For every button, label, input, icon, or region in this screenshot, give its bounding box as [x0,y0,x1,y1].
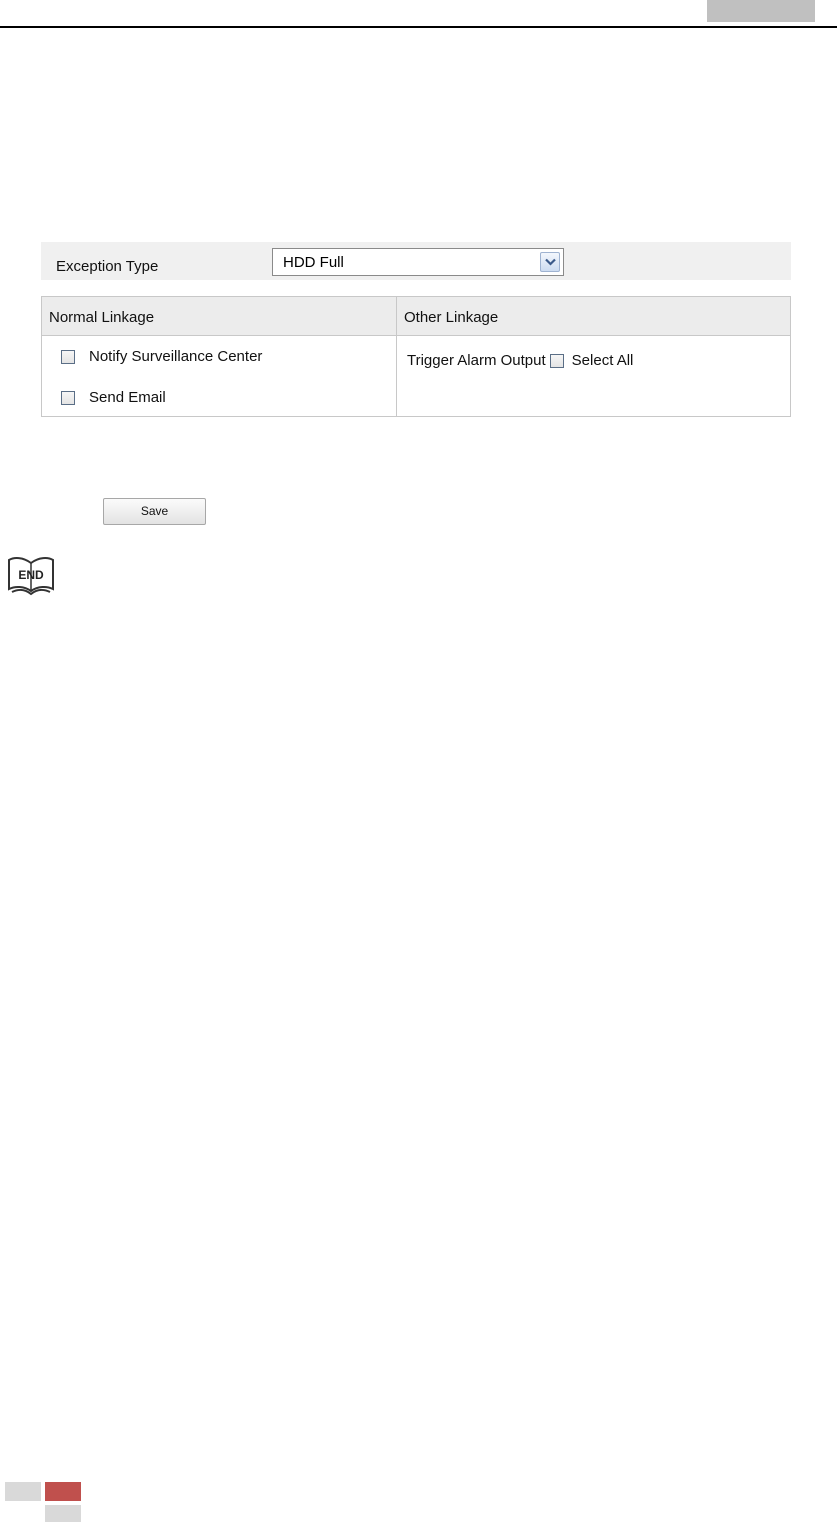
exception-type-value: HDD Full [283,254,344,271]
send-email-checkbox[interactable] [61,390,75,405]
notify-surveillance-center-option[interactable]: Notify Surveillance Center [61,348,262,365]
select-all-checkbox[interactable] [549,353,564,368]
notify-surveillance-center-label: Notify Surveillance Center [89,348,263,365]
exception-type-label: Exception Type [56,258,159,275]
notify-surveillance-center-checkbox[interactable] [61,349,75,364]
select-all-label: Select All [571,352,634,369]
trigger-alarm-output-label: Trigger Alarm Output [407,352,546,369]
end-icon-text: END [18,568,44,582]
footer-square-gray [5,1482,41,1501]
save-button[interactable]: Save [103,498,206,525]
manual-page: Exception Type HDD Full Normal Linkage O… [0,0,837,1525]
send-email-label: Send Email [89,389,166,406]
linkage-table-header: Normal Linkage Other Linkage [42,297,790,336]
send-email-option[interactable]: Send Email [61,389,166,406]
exception-type-row: Exception Type HDD Full [41,242,791,280]
header-rule [0,26,837,28]
column-divider [396,297,397,416]
end-book-icon: END [5,553,57,597]
chevron-down-icon[interactable] [540,252,560,272]
trigger-alarm-output-row: Trigger Alarm Output Select All [407,352,633,369]
other-linkage-header: Other Linkage [404,309,499,326]
footer-square-red [45,1482,81,1501]
header-tab [707,0,815,22]
linkage-table: Normal Linkage Other Linkage Notify Surv… [41,296,791,417]
normal-linkage-header: Normal Linkage [49,309,155,326]
footer-square-gray-lower [45,1505,81,1522]
exception-type-select[interactable]: HDD Full [272,248,564,276]
